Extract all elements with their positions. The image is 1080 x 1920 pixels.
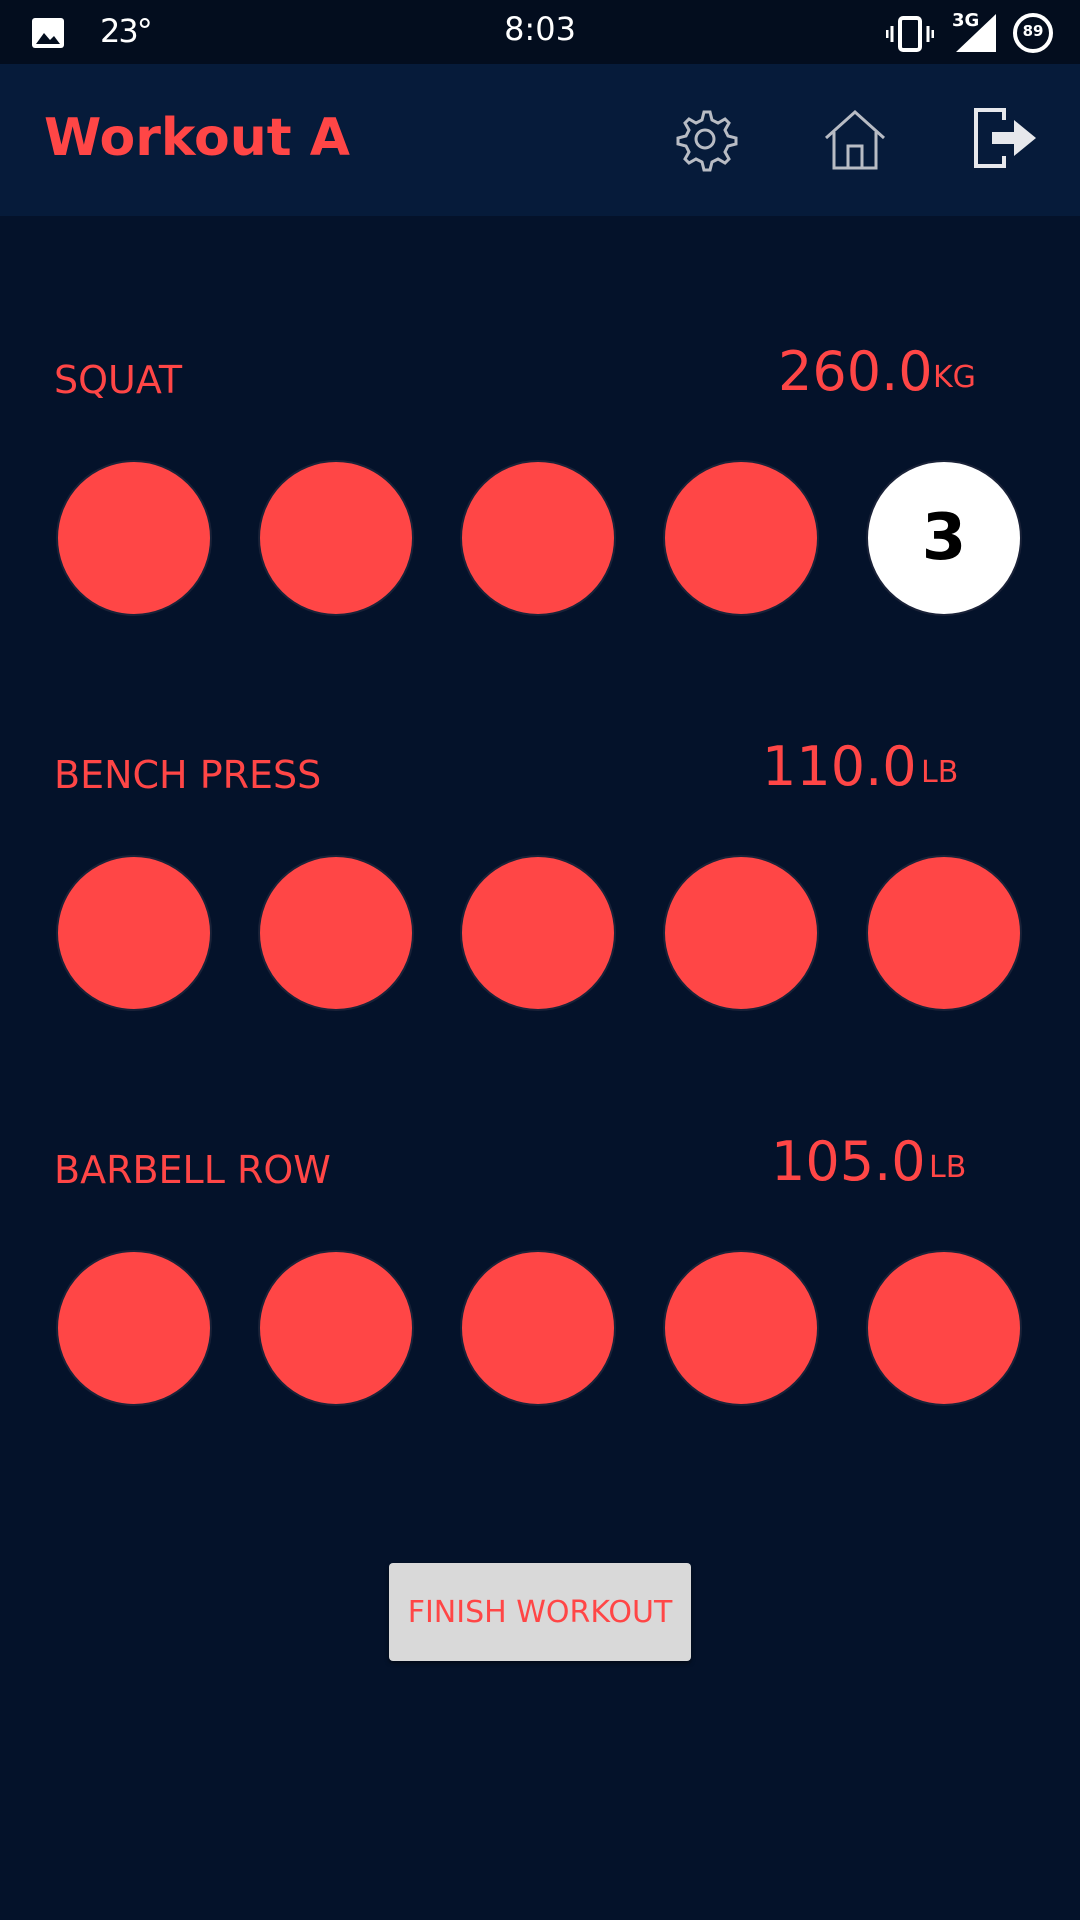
set-button[interactable] (258, 460, 414, 616)
set-button[interactable] (56, 460, 212, 616)
exercise-unit: KG (933, 360, 976, 395)
set-button[interactable] (460, 855, 616, 1011)
set-button[interactable] (663, 1250, 819, 1406)
sets-row (0, 1250, 1080, 1410)
exercise-name: BENCH PRESS (54, 753, 322, 797)
sets-row (0, 855, 1080, 1015)
set-button[interactable] (460, 460, 616, 616)
page-title: Workout A (44, 108, 351, 168)
set-button[interactable] (663, 855, 819, 1011)
signal-strength-icon (956, 14, 996, 52)
exercise-unit: LB (929, 1150, 967, 1185)
workout-screen: 23° 8:03 3G 89 Workout A SQUAT 260.0 KG … (0, 0, 1080, 1920)
exercise-name: BARBELL ROW (54, 1148, 331, 1192)
settings-button[interactable] (670, 104, 740, 174)
set-button[interactable] (866, 855, 1022, 1011)
home-icon (824, 109, 886, 170)
set-button[interactable]: 3 (866, 460, 1022, 616)
exercise-weight[interactable]: 105.0 (771, 1130, 926, 1193)
exercise-weight[interactable]: 260.0 (778, 340, 933, 403)
set-button[interactable] (460, 1250, 616, 1406)
vibrate-icon (886, 16, 934, 52)
exercise-unit: LB (921, 755, 959, 790)
set-button[interactable] (56, 1250, 212, 1406)
status-bar: 23° 8:03 3G 89 (0, 0, 1080, 64)
set-button[interactable] (258, 1250, 414, 1406)
exercise-weight[interactable]: 110.0 (762, 735, 917, 798)
sets-row: 3 (0, 460, 1080, 620)
set-button[interactable] (56, 855, 212, 1011)
app-bar: Workout A (0, 64, 1080, 216)
logout-icon (974, 108, 1036, 168)
set-button[interactable] (258, 855, 414, 1011)
gear-icon (676, 110, 738, 172)
battery-level-text: 89 (1022, 22, 1044, 40)
set-button[interactable] (866, 1250, 1022, 1406)
finish-workout-button[interactable]: FINISH WORKOUT (389, 1563, 691, 1661)
exercise-name: SQUAT (54, 358, 183, 402)
logout-button[interactable] (968, 104, 1038, 174)
set-button[interactable] (663, 460, 819, 616)
home-button[interactable] (820, 104, 890, 174)
